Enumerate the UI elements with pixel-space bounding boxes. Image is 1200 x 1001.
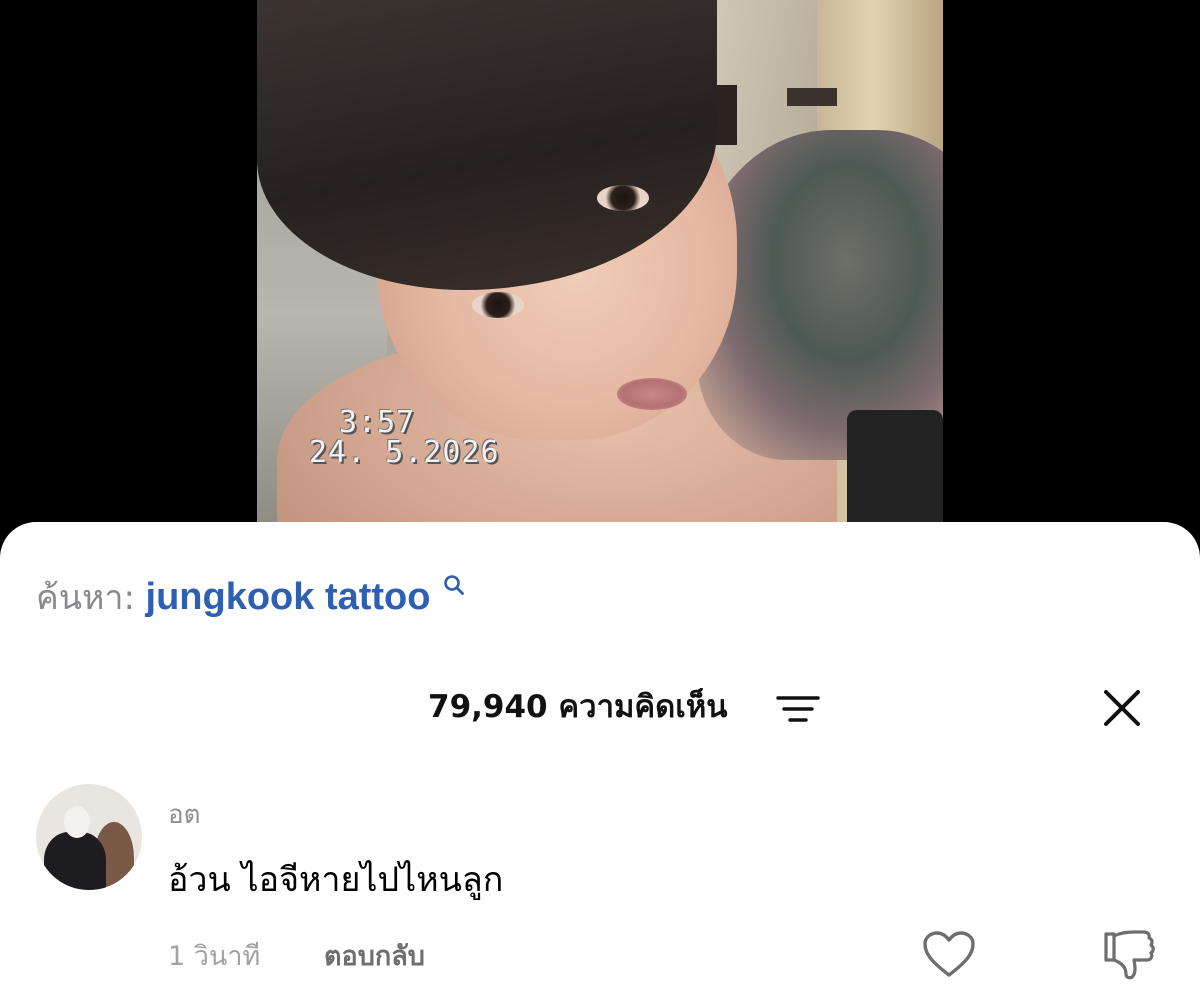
sort-icon[interactable] (776, 694, 820, 724)
search-query-link[interactable]: jungkook tattoo (146, 576, 431, 618)
search-icon (444, 575, 464, 595)
avatar-figure (44, 832, 106, 890)
thumbs-down-icon[interactable] (1100, 928, 1156, 982)
search-prefix: ค้นหา: (36, 578, 135, 618)
close-icon[interactable] (1100, 686, 1144, 730)
video-subject-eye (472, 292, 524, 318)
screen: 3:57 24. 5.2026 ค้นหา: jungkook tattoo 7… (0, 0, 1200, 1001)
comment-timestamp: 1 วินาที (168, 941, 261, 972)
comments-sheet: ค้นหา: jungkook tattoo 79,940 ความคิดเห็… (0, 522, 1200, 1001)
video-background-sign (787, 88, 837, 106)
video-timestamp-date: 24. 5.2026 (309, 435, 500, 470)
comment-item: อต อ้วน ไอจีหายไปไหนลูก 1 วินาที ตอบกลับ (36, 784, 1166, 984)
video-subject-lips (617, 378, 687, 410)
heart-icon[interactable] (922, 930, 976, 980)
comment-author[interactable]: อต (168, 794, 201, 835)
video-timestamp-time: 3:57 (339, 405, 416, 440)
video-background-faucet (847, 410, 943, 524)
avatar[interactable] (36, 784, 142, 890)
avatar-figure-head (64, 806, 90, 838)
video-timestamp: 3:57 24. 5.2026 (309, 408, 500, 468)
video-player[interactable]: 3:57 24. 5.2026 (257, 0, 943, 524)
search-suggestion[interactable]: ค้นหา: jungkook tattoo (36, 572, 465, 623)
comment-text: อ้วน ไอจีหายไปไหนลูก (168, 860, 504, 900)
comments-header: 79,940 ความคิดเห็น (0, 682, 1200, 732)
video-subject-eye (597, 185, 649, 211)
reply-button[interactable]: ตอบกลับ (324, 934, 425, 977)
comments-count: 79,940 ความคิดเห็น (428, 689, 728, 725)
